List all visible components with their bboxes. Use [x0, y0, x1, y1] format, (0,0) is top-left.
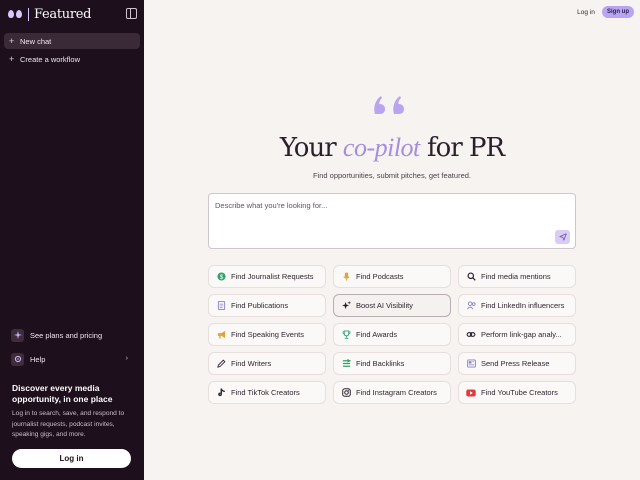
hero-title-accent: co-pilot: [342, 133, 420, 162]
tiktok-icon: [216, 388, 226, 398]
chip-find-youtube-creators[interactable]: Find YouTube Creators: [458, 381, 576, 404]
trophy-icon: [341, 330, 351, 340]
users-icon: [466, 301, 476, 311]
chip-label: Perform link-gap analy...: [481, 330, 562, 339]
chip-find-backlinks[interactable]: Find Backlinks: [333, 352, 451, 375]
hero-title-start: Your: [279, 133, 337, 163]
chip-label: Find Writers: [231, 359, 272, 368]
chip-label: Find Backlinks: [356, 359, 405, 368]
youtube-icon: [466, 388, 476, 398]
brand-logo[interactable]: Featured: [8, 6, 91, 22]
hero-title-end: for PR: [427, 133, 505, 163]
chip-find-media-mentions[interactable]: Find media mentions: [458, 265, 576, 288]
search-icon: [466, 272, 476, 282]
sparkle-icon: [341, 301, 351, 311]
send-icon: [558, 233, 567, 241]
new-chat-button[interactable]: + New chat: [4, 33, 140, 49]
create-workflow-button[interactable]: + Create a workflow: [4, 51, 140, 67]
chip-boost-ai-visibility[interactable]: Boost AI Visibility: [333, 294, 451, 317]
chip-label: Find Publications: [231, 301, 289, 310]
chip-perform-link-gap-analy[interactable]: Perform link-gap analy...: [458, 323, 576, 346]
chip-label: Find Speaking Events: [231, 330, 304, 339]
chip-label: Find LinkedIn influencers: [481, 301, 565, 310]
search-box[interactable]: [208, 193, 576, 249]
pencil-icon: [216, 359, 226, 369]
see-plans-label: See plans and pricing: [30, 330, 103, 340]
plus-icon: +: [9, 54, 15, 64]
chip-find-tiktok-creators[interactable]: Find TikTok Creators: [208, 381, 326, 404]
promo-title: Discover every media opportunity, in one…: [12, 383, 113, 404]
hero-subtitle: Find opportunities, submit pitches, get …: [312, 171, 471, 180]
logo-divider: [28, 7, 29, 21]
chip-find-instagram-creators[interactable]: Find Instagram Creators: [333, 381, 451, 404]
chip-label: Find TikTok Creators: [231, 388, 300, 397]
sidebar: Featured + New chat + Create a workflow …: [0, 0, 144, 480]
sparkle-icon: [11, 328, 24, 342]
svg-text:$: $: [219, 274, 223, 281]
dollar-icon: $: [216, 272, 226, 282]
chip-find-publications[interactable]: Find Publications: [208, 294, 326, 317]
chip-label: Find Instagram Creators: [356, 388, 437, 397]
chip-label: Find Podcasts: [356, 272, 404, 281]
brand-name: Featured: [34, 6, 92, 22]
chip-label: Find media mentions: [481, 272, 551, 281]
chip-find-podcasts[interactable]: Find Podcasts: [333, 265, 451, 288]
quote-mark-icon: [374, 96, 404, 114]
chip-label: Find YouTube Creators: [481, 388, 558, 397]
mic-icon: [341, 272, 351, 282]
plus-icon: +: [9, 36, 15, 46]
hero-title: Your co-pilot for PR: [208, 133, 576, 163]
chip-label: Find Awards: [356, 330, 398, 339]
newspaper-icon: [466, 359, 476, 369]
help-label: Help: [30, 354, 46, 364]
chip-find-speaking-events[interactable]: Find Speaking Events: [208, 323, 326, 346]
see-plans-link[interactable]: See plans and pricing: [8, 327, 136, 343]
sidebar-toggle-icon[interactable]: [126, 8, 137, 19]
chip-find-linkedin-influencers[interactable]: Find LinkedIn influencers: [458, 294, 576, 317]
sidebar-login-button[interactable]: Log in: [12, 449, 131, 468]
new-chat-label: New chat: [20, 36, 52, 46]
link-icon: [466, 330, 476, 340]
megaphone-icon: [216, 330, 226, 340]
instagram-icon: [341, 388, 351, 398]
document-icon: [216, 301, 226, 311]
chip-send-press-release[interactable]: Send Press Release: [458, 352, 576, 375]
header-signup-button[interactable]: Sign up: [602, 6, 634, 18]
chip-find-writers[interactable]: Find Writers: [208, 352, 326, 375]
send-button[interactable]: [555, 230, 570, 244]
chip-find-awards[interactable]: Find Awards: [333, 323, 451, 346]
help-link[interactable]: Help ›: [8, 351, 136, 367]
search-input[interactable]: [215, 199, 545, 211]
chip-label: Boost AI Visibility: [356, 301, 413, 310]
create-workflow-label: Create a workflow: [20, 54, 81, 64]
backlink-icon: [341, 359, 351, 369]
header-login-button[interactable]: Log in: [573, 6, 599, 18]
gear-icon: [11, 352, 24, 366]
promo-text: Log in to search, save, and respond to j…: [12, 410, 125, 438]
chip-label: Find Journalist Requests: [231, 272, 314, 281]
chevron-right-icon: ›: [125, 355, 128, 362]
chip-label: Send Press Release: [481, 359, 550, 368]
quote-logo-icon: [8, 8, 23, 20]
chip-find-journalist-requests[interactable]: $ Find Journalist Requests: [208, 265, 326, 288]
